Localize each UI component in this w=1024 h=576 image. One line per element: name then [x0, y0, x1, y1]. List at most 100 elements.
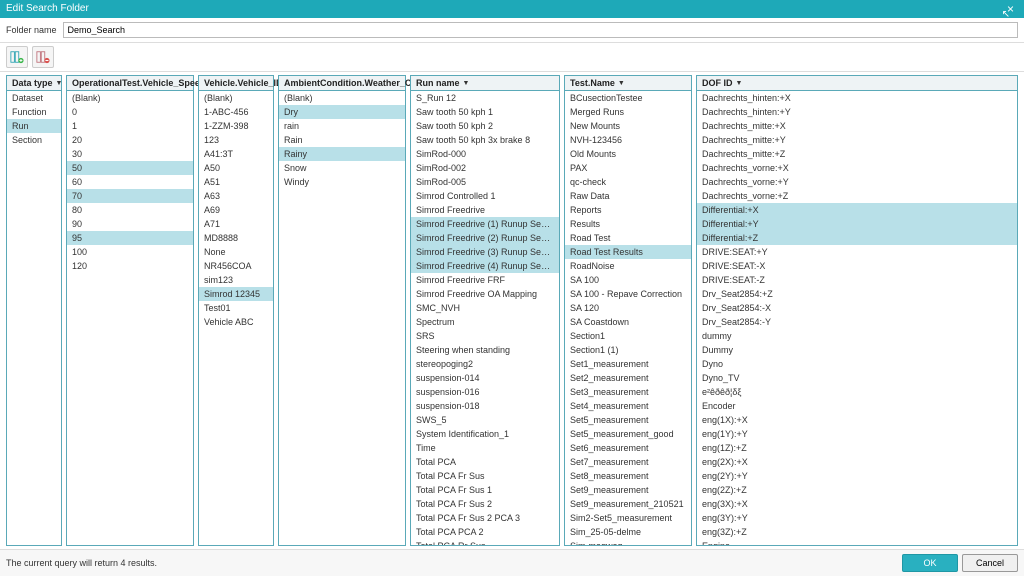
list-item[interactable]: Set5_measurement_good: [565, 427, 691, 441]
list-item[interactable]: Windy: [279, 175, 405, 189]
list-item[interactable]: Dyno_TV: [697, 371, 1017, 385]
list-item[interactable]: 120: [67, 259, 193, 273]
list-item[interactable]: Simrod Freedrive (2) Runup Segment: [411, 231, 559, 245]
list-item[interactable]: eng(3X):+X: [697, 497, 1017, 511]
column-header[interactable]: Vehicle.Vehicle_ID▼: [199, 76, 273, 91]
list-item[interactable]: PAX: [565, 161, 691, 175]
list-item[interactable]: SimRod-002: [411, 161, 559, 175]
remove-column-button[interactable]: [32, 46, 54, 68]
list-item[interactable]: eng(2Y):+Y: [697, 469, 1017, 483]
list-item[interactable]: NVH-123456: [565, 133, 691, 147]
list-item[interactable]: Drv_Seat2854:-X: [697, 301, 1017, 315]
column-body[interactable]: (Blank)DryrainRainRainySnowWindy: [279, 91, 405, 545]
list-item[interactable]: 80: [67, 203, 193, 217]
list-item[interactable]: Dachrechts_vorne:+X: [697, 161, 1017, 175]
column-header[interactable]: Run name▼: [411, 76, 559, 91]
list-item[interactable]: Dataset: [7, 91, 61, 105]
list-item[interactable]: Test01: [199, 301, 273, 315]
list-item[interactable]: Set3_measurement: [565, 385, 691, 399]
column-header[interactable]: DOF ID▼: [697, 76, 1017, 91]
list-item[interactable]: Simrod Freedrive OA Mapping: [411, 287, 559, 301]
list-item[interactable]: Differential:+Z: [697, 231, 1017, 245]
list-item[interactable]: BCusectionTestee: [565, 91, 691, 105]
list-item[interactable]: Saw tooth 50 kph 1: [411, 105, 559, 119]
list-item[interactable]: qc-check: [565, 175, 691, 189]
list-item[interactable]: SA Coastdown: [565, 315, 691, 329]
folder-name-input[interactable]: [63, 22, 1018, 38]
column-body[interactable]: (Blank)012030506070809095100120: [67, 91, 193, 545]
list-item[interactable]: Dry: [279, 105, 405, 119]
column-body[interactable]: S_Run 12Saw tooth 50 kph 1Saw tooth 50 k…: [411, 91, 559, 545]
list-item[interactable]: Dyno: [697, 357, 1017, 371]
list-item[interactable]: (Blank): [279, 91, 405, 105]
list-item[interactable]: RoadNoise: [565, 259, 691, 273]
ok-button[interactable]: OK: [902, 554, 958, 572]
list-item[interactable]: Differential:+Y: [697, 217, 1017, 231]
list-item[interactable]: suspension-014: [411, 371, 559, 385]
list-item[interactable]: Dachrechts_mitte:+Z: [697, 147, 1017, 161]
list-item[interactable]: Total PCA Rr Sus: [411, 539, 559, 545]
list-item[interactable]: Simrod 12345: [199, 287, 273, 301]
list-item[interactable]: Simrod Controlled 1: [411, 189, 559, 203]
close-icon[interactable]: ×: [1003, 0, 1018, 18]
list-item[interactable]: (Blank): [199, 91, 273, 105]
list-item[interactable]: Set8_measurement: [565, 469, 691, 483]
add-column-button[interactable]: [6, 46, 28, 68]
list-item[interactable]: SRS: [411, 329, 559, 343]
list-item[interactable]: eng(1Y):+Y: [697, 427, 1017, 441]
list-item[interactable]: SimRod-005: [411, 175, 559, 189]
list-item[interactable]: 1: [67, 119, 193, 133]
list-item[interactable]: Dachrechts_vorne:+Z: [697, 189, 1017, 203]
list-item[interactable]: Total PCA Fr Sus 1: [411, 483, 559, 497]
column-header[interactable]: Test.Name▼: [565, 76, 691, 91]
list-item[interactable]: Dummy: [697, 343, 1017, 357]
list-item[interactable]: 20: [67, 133, 193, 147]
list-item[interactable]: Saw tooth 50 kph 2: [411, 119, 559, 133]
list-item[interactable]: Total PCA: [411, 455, 559, 469]
list-item[interactable]: Merged Runs: [565, 105, 691, 119]
list-item[interactable]: 1-ABC-456: [199, 105, 273, 119]
list-item[interactable]: eng(2Z):+Z: [697, 483, 1017, 497]
list-item[interactable]: A69: [199, 203, 273, 217]
list-item[interactable]: sim123: [199, 273, 273, 287]
list-item[interactable]: eng(1X):+X: [697, 413, 1017, 427]
list-item[interactable]: Reports: [565, 203, 691, 217]
list-item[interactable]: Dachrechts_vorne:+Y: [697, 175, 1017, 189]
list-item[interactable]: A41:3T: [199, 147, 273, 161]
list-item[interactable]: Set9_measurement: [565, 483, 691, 497]
column-header[interactable]: AmbientCondition.Weather_Condition▼: [279, 76, 405, 91]
list-item[interactable]: Set6_measurement: [565, 441, 691, 455]
column-body[interactable]: Dachrechts_hinten:+XDachrechts_hinten:+Y…: [697, 91, 1017, 545]
list-item[interactable]: DRIVE:SEAT:-Z: [697, 273, 1017, 287]
list-item[interactable]: eng(3Y):+Y: [697, 511, 1017, 525]
list-item[interactable]: Set2_measurement: [565, 371, 691, 385]
list-item[interactable]: Steering when standing: [411, 343, 559, 357]
list-item[interactable]: A71: [199, 217, 273, 231]
list-item[interactable]: SimRod-000: [411, 147, 559, 161]
list-item[interactable]: Drv_Seat2854:+Z: [697, 287, 1017, 301]
list-item[interactable]: Vehicle ABC: [199, 315, 273, 329]
list-item[interactable]: Simrod Freedrive (3) Runup Segment: [411, 245, 559, 259]
list-item[interactable]: Section: [7, 133, 61, 147]
column-body[interactable]: BCusectionTesteeMerged RunsNew MountsNVH…: [565, 91, 691, 545]
list-item[interactable]: Set4_measurement: [565, 399, 691, 413]
list-item[interactable]: MD8888: [199, 231, 273, 245]
list-item[interactable]: dummy: [697, 329, 1017, 343]
list-item[interactable]: S_Run 12: [411, 91, 559, 105]
list-item[interactable]: Total PCA Fr Sus 2 PCA 3: [411, 511, 559, 525]
list-item[interactable]: 60: [67, 175, 193, 189]
list-item[interactable]: 50: [67, 161, 193, 175]
list-item[interactable]: None: [199, 245, 273, 259]
list-item[interactable]: Total PCA PCA 2: [411, 525, 559, 539]
list-item[interactable]: Dachrechts_hinten:+Y: [697, 105, 1017, 119]
column-body[interactable]: DatasetFunctionRunSection: [7, 91, 61, 545]
list-item[interactable]: 70: [67, 189, 193, 203]
list-item[interactable]: suspension-016: [411, 385, 559, 399]
list-item[interactable]: Time: [411, 441, 559, 455]
list-item[interactable]: A51: [199, 175, 273, 189]
list-item[interactable]: Dachrechts_hinten:+X: [697, 91, 1017, 105]
list-item[interactable]: Raw Data: [565, 189, 691, 203]
list-item[interactable]: (Blank): [67, 91, 193, 105]
list-item[interactable]: Sim-magweg: [565, 539, 691, 545]
list-item[interactable]: SA 120: [565, 301, 691, 315]
